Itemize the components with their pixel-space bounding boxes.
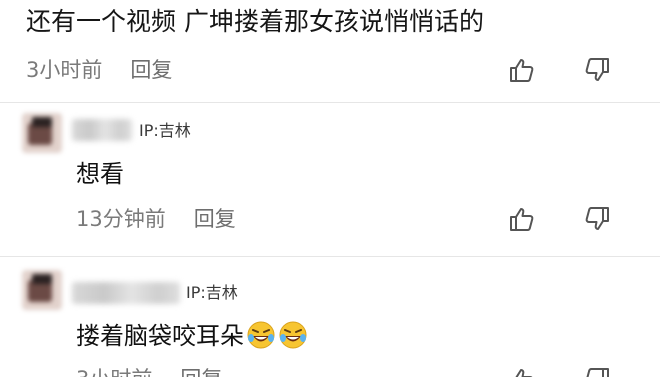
- reply-text: 想看: [76, 160, 124, 188]
- ip-location: IP:吉林: [186, 283, 238, 302]
- thumbs-up-icon[interactable]: [508, 205, 536, 233]
- laugh-cry-emoji: [246, 320, 276, 350]
- comment-thread: 还有一个视频 广坤搂着那女孩说悄悄话的 3小时前 回复 IP:吉林 想看 13分钟…: [0, 0, 660, 377]
- thumbs-up-icon[interactable]: [508, 56, 536, 84]
- comment-reply-button[interactable]: 回复: [130, 58, 172, 82]
- avatar[interactable]: [22, 113, 62, 153]
- divider: [0, 256, 660, 257]
- username[interactable]: [72, 282, 180, 304]
- avatar[interactable]: [22, 270, 62, 310]
- reply-time: 3小时前: [76, 367, 152, 377]
- thumbs-down-icon[interactable]: [583, 205, 611, 233]
- thumbs-down-icon[interactable]: [583, 56, 611, 84]
- reply-time: 13分钟前: [76, 207, 166, 231]
- comment-text: 还有一个视频 广坤搂着那女孩说悄悄话的: [26, 7, 484, 36]
- username[interactable]: [72, 119, 132, 141]
- thumbs-up-icon[interactable]: [508, 366, 536, 377]
- ip-location: IP:吉林: [139, 121, 191, 140]
- reply-meta: 13分钟前 回复: [76, 204, 236, 234]
- divider: [0, 102, 660, 103]
- reply-button[interactable]: 回复: [194, 207, 236, 231]
- reply-text-content: 搂着脑袋咬耳朵: [76, 322, 244, 350]
- laugh-cry-emoji: [278, 320, 308, 350]
- reply-meta: 3小时前 回复: [76, 364, 222, 377]
- comment-time: 3小时前: [26, 58, 103, 82]
- reply-text: 搂着脑袋咬耳朵: [76, 320, 308, 352]
- comment-meta: 3小时前 回复: [26, 55, 172, 85]
- reply-button[interactable]: 回复: [180, 367, 222, 377]
- thumbs-down-icon[interactable]: [583, 366, 611, 377]
